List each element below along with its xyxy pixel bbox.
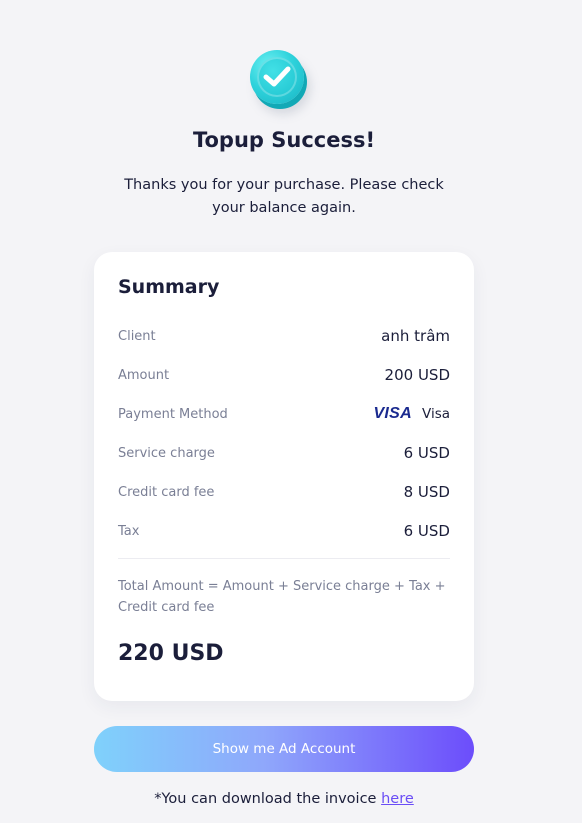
- total-formula-line-2: Credit card fee: [118, 600, 215, 615]
- success-message-line-2: your balance again.: [212, 200, 356, 216]
- invoice-note: *You can download the invoice here: [0, 791, 568, 807]
- client-value: anh trâm: [381, 327, 450, 345]
- summary-title: Summary: [118, 276, 220, 298]
- client-label: Client: [118, 328, 156, 344]
- summary-row-payment-method: Payment Method VISA Visa: [118, 404, 450, 424]
- tax-value: 6 USD: [403, 522, 450, 540]
- page-title: Topup Success!: [192, 128, 376, 152]
- invoice-note-text: *You can download the invoice: [154, 791, 377, 807]
- summary-card: Summary Client anh trâm Amount 200 USD P…: [94, 252, 474, 701]
- total-amount: 220 USD: [118, 641, 224, 666]
- payment-method-text: Visa: [422, 406, 450, 422]
- tax-label: Tax: [118, 523, 140, 539]
- payment-method-value: VISA Visa: [373, 405, 450, 423]
- summary-row-tax: Tax 6 USD: [118, 521, 450, 541]
- summary-row-credit-card-fee: Credit card fee 8 USD: [118, 482, 450, 502]
- total-formula-line-1: Total Amount = Amount + Service charge +…: [118, 579, 446, 594]
- amount-label: Amount: [118, 367, 170, 383]
- check-circle-icon: [250, 50, 304, 104]
- success-message-line-1: Thanks you for your purchase. Please che…: [124, 177, 444, 193]
- service-charge-label: Service charge: [118, 445, 215, 461]
- total-formula: Total Amount = Amount + Service charge +…: [118, 576, 450, 618]
- summary-row-service-charge: Service charge 6 USD: [118, 443, 450, 463]
- visa-logo-icon: VISA: [373, 405, 412, 422]
- show-ad-account-button[interactable]: Show me Ad Account: [94, 726, 474, 772]
- credit-card-fee-label: Credit card fee: [118, 484, 215, 500]
- success-message: Thanks you for your purchase. Please che…: [104, 174, 464, 220]
- download-invoice-link[interactable]: here: [381, 791, 414, 807]
- service-charge-value: 6 USD: [403, 444, 450, 462]
- summary-row-client: Client anh trâm: [118, 326, 450, 346]
- summary-divider: [118, 558, 450, 559]
- credit-card-fee-value: 8 USD: [403, 483, 450, 501]
- payment-method-label: Payment Method: [118, 406, 228, 422]
- summary-row-amount: Amount 200 USD: [118, 365, 450, 385]
- amount-value: 200 USD: [384, 366, 450, 384]
